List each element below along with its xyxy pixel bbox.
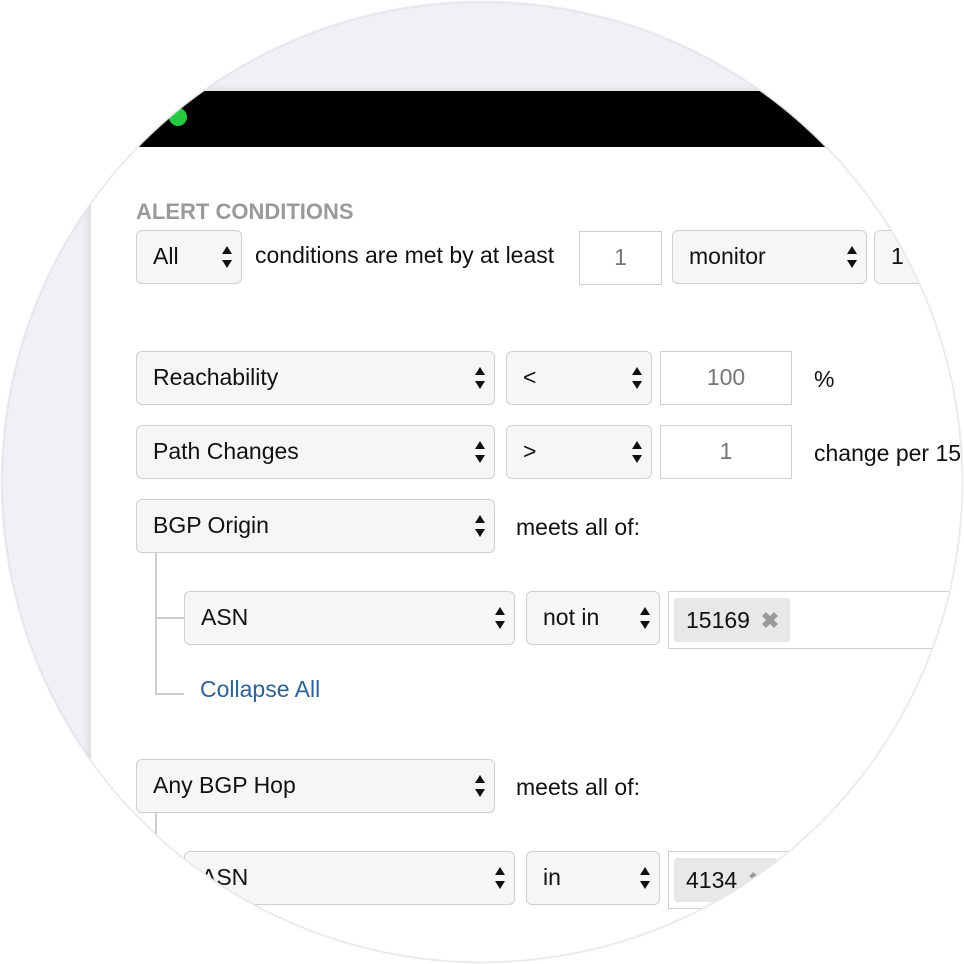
bgp-origin-meets-text: meets all of: <box>516 514 640 540</box>
remove-x-icon[interactable]: ✖ <box>750 599 790 643</box>
metric-value: BGP Origin <box>153 512 269 538</box>
up-down-arrows-icon <box>475 775 485 797</box>
trailing-select-value: 1 <box>891 243 904 269</box>
tag-label: 4134 <box>686 867 738 893</box>
remove-x-icon[interactable]: ✖ <box>737 859 777 903</box>
asn-tag: 15169 ✖ <box>674 598 790 642</box>
up-down-arrows-icon <box>640 867 650 889</box>
circular-frame: ALERT CONDITIONS All conditions are met … <box>2 2 962 962</box>
section-heading: ALERT CONDITIONS <box>136 199 354 224</box>
path-changes-value-input[interactable]: 1 <box>660 425 792 479</box>
operator-value: in <box>543 864 561 890</box>
title-bar <box>91 91 962 147</box>
alert-conditions-panel: ALERT CONDITIONS All conditions are met … <box>91 147 962 962</box>
trailing-select[interactable]: 1 <box>874 230 962 284</box>
bgp-hop-operator-select[interactable]: in <box>526 851 660 905</box>
metric-value: Any BGP Hop <box>153 772 296 798</box>
metric-value: Path Changes <box>153 438 299 464</box>
up-down-arrows-icon <box>632 441 642 463</box>
operator-value: > <box>523 438 537 464</box>
asn-tag: 4134 ✖ <box>674 858 778 903</box>
tree-branch-line <box>155 693 184 695</box>
minimize-window-button[interactable] <box>141 108 159 126</box>
close-window-button[interactable] <box>113 108 131 126</box>
up-down-arrows-icon <box>495 607 505 629</box>
tree-branch-line <box>155 617 184 619</box>
up-down-arrows-icon <box>640 607 650 629</box>
up-down-arrows-icon <box>222 246 232 268</box>
tree-connector-line <box>155 813 157 893</box>
monitor-count-input[interactable]: 1 <box>579 231 662 285</box>
bgp-origin-field-select[interactable]: ASN <box>184 591 515 645</box>
any-bgp-hop-select[interactable]: Any BGP Hop <box>136 759 495 813</box>
reachability-value-input[interactable]: 100 <box>660 351 792 405</box>
match-type-value: All <box>153 243 179 269</box>
up-down-arrows-icon <box>495 867 505 889</box>
path-changes-metric-select[interactable]: Path Changes <box>136 425 495 479</box>
path-changes-operator-select[interactable]: > <box>506 425 652 479</box>
any-bgp-hop-meets-text: meets all of: <box>516 774 640 800</box>
entity-type-select[interactable]: monitor <box>672 230 867 284</box>
reachability-unit: % <box>814 366 835 392</box>
metric-value: Reachability <box>153 364 279 390</box>
reachability-metric-select[interactable]: Reachability <box>136 351 495 405</box>
path-changes-unit: change per 15 <box>814 440 962 466</box>
asn-tag-input[interactable]: 15169 ✖ <box>668 591 962 649</box>
maximize-window-button[interactable] <box>169 108 187 126</box>
field-value: ASN <box>201 604 249 630</box>
up-down-arrows-icon <box>475 515 485 537</box>
operator-value: < <box>523 364 537 390</box>
match-type-select[interactable]: All <box>136 230 242 284</box>
bgp-hop-field-select[interactable]: ASN <box>184 851 515 905</box>
operator-value: not in <box>543 604 600 630</box>
conditions-text: conditions are met by at least <box>255 242 555 268</box>
bgp-origin-operator-select[interactable]: not in <box>526 591 660 645</box>
app-window: ALERT CONDITIONS All conditions are met … <box>91 91 962 962</box>
collapse-all-link[interactable]: Collapse All <box>200 674 320 704</box>
reachability-operator-select[interactable]: < <box>506 351 652 405</box>
up-down-arrows-icon <box>475 367 485 389</box>
tree-connector-line <box>155 553 157 695</box>
up-down-arrows-icon <box>632 367 642 389</box>
tag-label: 15169 <box>686 607 750 633</box>
up-down-arrows-icon <box>847 246 857 268</box>
tree-branch-line <box>155 877 184 879</box>
asn-tag-input[interactable]: 4134 ✖ <box>668 851 962 909</box>
up-down-arrows-icon <box>475 441 485 463</box>
field-value: ASN <box>201 864 249 890</box>
entity-type-value: monitor <box>689 243 766 269</box>
bgp-origin-select[interactable]: BGP Origin <box>136 499 495 553</box>
